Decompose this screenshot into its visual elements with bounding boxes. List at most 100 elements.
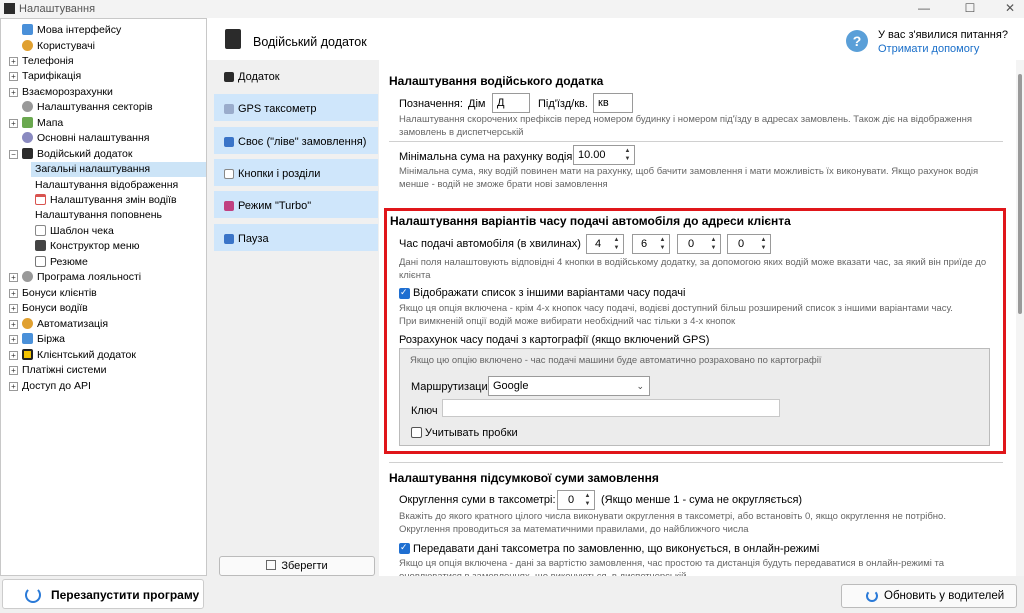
settings-tree: Мова інтерфейсу Користувачі + Телефонія +… [0, 18, 207, 576]
stepper-arrows-icon[interactable]: ▲ ▼ [612, 236, 621, 252]
arrival-time-settings-title: Налаштування варіантів часу подачі автом… [390, 214, 791, 228]
scrollbar[interactable] [1016, 60, 1024, 576]
show-time-list-hint: Якщо ця опція включена - крім 4-х кнопок… [399, 303, 953, 327]
key-label: Ключ [411, 405, 438, 417]
expand-icon[interactable]: + [9, 351, 18, 360]
tab-gps-taximeter[interactable]: GPS таксометр [214, 94, 378, 124]
expand-icon[interactable]: + [9, 382, 18, 391]
tree-item-client-app[interactable]: + Клієнтський додаток [9, 348, 136, 363]
tree-item-loyalty[interactable]: + Програма лояльності [9, 270, 141, 285]
tree-item-receipt-template[interactable]: Шаблон чека [35, 224, 114, 239]
turbo-icon [224, 201, 234, 211]
expand-icon[interactable]: + [9, 320, 18, 329]
key-input[interactable] [442, 399, 780, 417]
send-taximeter-data-label: Передавати дані таксометра по замовленню… [413, 543, 820, 555]
page-header: Водійський додаток ? У вас з'явилися пит… [207, 18, 1024, 60]
min-balance-stepper[interactable]: 10.00 ▲ ▼ [573, 145, 635, 165]
tree-item-general-settings[interactable]: Загальні налаштування [31, 162, 206, 177]
stepper-arrows-icon[interactable]: ▲ ▼ [583, 492, 592, 508]
tree-item-display-settings[interactable]: Налаштування відображення [35, 178, 178, 193]
rounding-hint: Вкажіть до якого кратного цілого числа в… [399, 511, 946, 535]
arrival-time-hint: Дані поля налаштовують відповідні 4 кноп… [399, 257, 987, 281]
show-time-list-checkbox[interactable] [399, 287, 410, 299]
automation-icon [22, 318, 33, 329]
expand-icon[interactable]: + [9, 72, 18, 81]
tree-item-users[interactable]: Користувачі [22, 39, 95, 54]
tree-item-language[interactable]: Мова інтерфейсу [22, 23, 121, 38]
scrollbar-thumb[interactable] [1018, 74, 1022, 314]
stepper-arrows-icon[interactable]: ▲ ▼ [658, 236, 667, 252]
rounding-stepper[interactable]: 0 ▲ ▼ [557, 490, 595, 510]
tab-pause[interactable]: Пауза [214, 224, 378, 254]
tab-app[interactable]: Додаток [214, 62, 378, 92]
routing-select[interactable]: Google ⌄ [488, 376, 650, 396]
expand-icon[interactable]: + [9, 88, 18, 97]
title-bar: Налаштування — ☐ ✕ [0, 0, 1024, 18]
expand-icon[interactable]: + [9, 289, 18, 298]
page-title: Водійський додаток [253, 35, 367, 49]
entrance-prefix-input[interactable]: кв [593, 93, 633, 113]
arrival-time-4-stepper[interactable]: 0 ▲ ▼ [727, 234, 771, 254]
menu-builder-icon [35, 240, 46, 251]
stepper-arrows-icon[interactable]: ▲ ▼ [623, 147, 632, 163]
min-balance-hint: Мінімальна сума, яку водій повинен мати … [399, 166, 979, 190]
arrival-time-3-stepper[interactable]: 0 ▲ ▼ [677, 234, 721, 254]
sectors-icon [22, 101, 33, 112]
update-drivers-button[interactable]: Обновить у водителей [841, 584, 1017, 608]
tab-buttons-sections[interactable]: Кнопки і розділи [214, 159, 378, 189]
tree-item-shift-settings[interactable]: Налаштування змін водіїв [35, 193, 177, 208]
section-divider [389, 141, 1003, 142]
tab-turbo[interactable]: Режим "Turbo" [214, 191, 378, 221]
rounding-label: Округлення суми в таксометрі: [399, 494, 556, 506]
users-icon [22, 40, 33, 51]
tree-item-telephony[interactable]: + Телефонія [9, 54, 74, 69]
send-taximeter-data-checkbox[interactable] [399, 542, 410, 554]
map-icon [22, 117, 33, 128]
driver-app-settings-title: Налаштування водійського додатка [389, 74, 604, 88]
tree-item-settlements[interactable]: + Взаєморозрахунки [9, 85, 113, 100]
tree-item-automation[interactable]: + Автоматизація [9, 317, 108, 332]
driver-app-icon [22, 148, 33, 159]
maximize-button[interactable]: ☐ [950, 0, 990, 18]
tree-item-api-access[interactable]: + Доступ до API [9, 379, 91, 394]
house-prefix-input[interactable]: Д [492, 93, 530, 113]
tree-item-driver-app[interactable]: − Водійський додаток [9, 147, 133, 162]
tree-item-client-bonuses[interactable]: + Бонуси клієнтів [9, 286, 97, 301]
get-help-link[interactable]: Отримати допомогу [878, 43, 979, 55]
close-button[interactable]: ✕ [990, 0, 1024, 18]
expand-icon[interactable]: + [9, 335, 18, 344]
tree-item-main-settings[interactable]: Основні налаштування [22, 131, 149, 146]
expand-icon[interactable]: + [9, 304, 18, 313]
tree-item-exchange[interactable]: + Біржа [9, 332, 65, 347]
stepper-arrows-icon[interactable]: ▲ ▼ [709, 236, 718, 252]
expand-icon[interactable]: + [9, 57, 18, 66]
tab-own-order[interactable]: Своє ("ліве" замовлення) [214, 127, 378, 157]
entrance-label: Під'їзд/кв. [538, 98, 588, 110]
traffic-checkbox[interactable] [411, 427, 422, 438]
collapse-icon[interactable]: − [9, 150, 18, 159]
minimize-button[interactable]: — [904, 0, 944, 18]
language-icon [22, 24, 33, 35]
loyalty-icon [22, 271, 33, 282]
stepper-arrows-icon[interactable]: ▲ ▼ [759, 236, 768, 252]
app-icon [4, 3, 15, 14]
receipt-icon [35, 225, 46, 236]
tree-item-resume[interactable]: Резюме [35, 255, 88, 270]
expand-icon[interactable]: + [9, 273, 18, 282]
help-icon[interactable]: ? [846, 30, 868, 52]
restart-button[interactable]: Перезапустити програму [2, 579, 204, 609]
save-button[interactable]: Зберегти [219, 556, 375, 576]
designation-hint: Налаштування скорочених префіксів перед … [399, 114, 972, 138]
arrival-time-2-stepper[interactable]: 6 ▲ ▼ [632, 234, 670, 254]
total-sum-settings-title: Налаштування підсумкової суми замовлення [389, 471, 659, 485]
expand-icon[interactable]: + [9, 119, 18, 128]
tree-item-topup-settings[interactable]: Налаштування поповнень [35, 208, 162, 223]
expand-icon[interactable]: + [9, 366, 18, 375]
arrival-time-1-stepper[interactable]: 4 ▲ ▼ [586, 234, 624, 254]
tree-item-driver-bonuses[interactable]: + Бонуси водіїв [9, 301, 88, 316]
tree-item-map[interactable]: + Мапа [9, 116, 63, 131]
tree-item-payment-systems[interactable]: + Платіжні системи [9, 363, 106, 378]
tree-item-sectors[interactable]: Налаштування секторів [22, 100, 153, 115]
tree-item-tariffs[interactable]: + Тарифікація [9, 69, 81, 84]
tree-item-menu-builder[interactable]: Конструктор меню [35, 239, 140, 254]
